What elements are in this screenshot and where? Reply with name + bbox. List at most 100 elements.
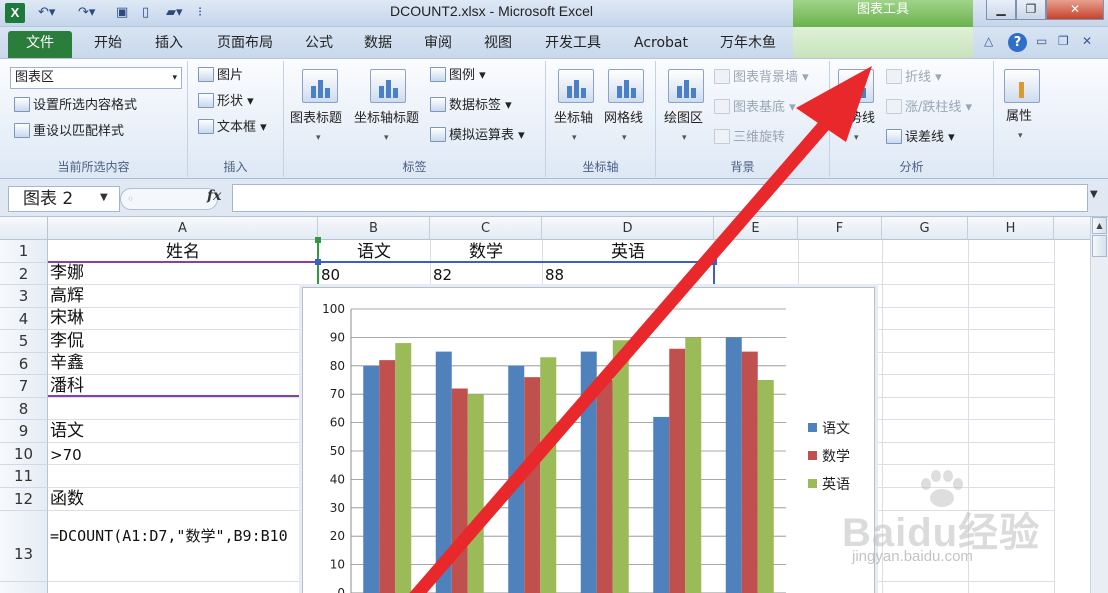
redo-icon[interactable]: ↷▾ [78, 4, 95, 22]
legend-button[interactable]: 图例 ▾ [430, 67, 486, 85]
tab-wannian[interactable]: 万年木鱼 [708, 31, 788, 58]
row-header-3[interactable]: 3 [0, 285, 48, 308]
vertical-scrollbar[interactable]: ▲ [1090, 217, 1108, 593]
properties-button[interactable]: 属性 [1006, 109, 1032, 125]
cell-b2[interactable]: 80 [321, 264, 340, 286]
column-header-h[interactable]: H [968, 217, 1054, 240]
cell-a13[interactable]: =DCOUNT(A1:D7,"数学",B9:B10 [50, 525, 288, 547]
textbox-button[interactable]: 文本框 ▾ [198, 119, 267, 137]
column-chart[interactable]: 0 10 20 30 40 50 60 70 80 90 100 语文数学英语 [303, 288, 876, 593]
tab-acrobat[interactable]: Acrobat [626, 31, 696, 58]
column-header-a[interactable]: A [48, 217, 318, 240]
chart-area[interactable]: 0 10 20 30 40 50 60 70 80 90 100 语文 数学 英语 [302, 287, 875, 593]
cell-a9[interactable]: 语文 [50, 420, 84, 442]
excel-app-icon[interactable]: X [5, 3, 25, 23]
plot-area-button[interactable]: 绘图区 [664, 111, 703, 127]
axes-button[interactable]: 坐标轴 [554, 111, 593, 127]
cell-a5[interactable]: 李侃 [50, 330, 84, 352]
row-header-11[interactable]: 11 [0, 465, 48, 488]
shapes-button[interactable]: 形状 ▾ [198, 93, 254, 111]
formula-bar-resize-handle[interactable]: ◦ [120, 188, 218, 210]
row-header-4[interactable]: 4 [0, 308, 48, 330]
customize-icon[interactable]: ⁝ [198, 4, 202, 22]
row-header-2[interactable]: 2 [0, 263, 48, 285]
restore-button[interactable]: ❐ [1016, 0, 1046, 20]
new-icon[interactable]: ▯ [142, 4, 149, 22]
row-header-14[interactable] [0, 582, 48, 593]
tab-data[interactable]: 数据 [354, 31, 402, 58]
insert-function-icon[interactable]: fx [207, 188, 221, 204]
close-button[interactable]: ✕ [1046, 0, 1104, 20]
row-header-12[interactable]: 12 [0, 488, 48, 511]
column-header-g[interactable]: G [882, 217, 968, 240]
tab-review[interactable]: 审阅 [414, 31, 462, 58]
column-header-b[interactable]: B [318, 217, 430, 240]
select-all-corner[interactable] [0, 217, 48, 240]
updown-bars-button[interactable]: 涨/跌柱线 ▾ [886, 99, 972, 117]
cell-d2[interactable]: 88 [545, 264, 564, 286]
scroll-up-button[interactable]: ▲ [1092, 217, 1107, 234]
tab-insert[interactable]: 插入 [144, 31, 194, 58]
row-header-6[interactable]: 6 [0, 353, 48, 375]
tab-formulas[interactable]: 公式 [296, 31, 342, 58]
cell-a12[interactable]: 函数 [50, 488, 84, 510]
chart-wall-button[interactable]: 图表背景墙 ▾ [714, 69, 809, 87]
open-icon[interactable]: ▰▾ [166, 4, 183, 22]
cell-c2[interactable]: 82 [433, 264, 452, 286]
cell-a3[interactable]: 高辉 [50, 285, 84, 307]
cell-a2[interactable]: 李娜 [50, 262, 84, 284]
column-header-c[interactable]: C [430, 217, 542, 240]
cell-a6[interactable]: 辛鑫 [50, 352, 84, 374]
cell-c1[interactable]: 数学 [430, 241, 542, 263]
formula-input[interactable] [232, 184, 1088, 212]
doc-close-button[interactable]: ✕ [1082, 34, 1092, 48]
lines-button[interactable]: 折线 ▾ [886, 69, 942, 87]
gridlines-button[interactable]: 网格线 [604, 111, 643, 127]
trendline-button[interactable]: 趋势线 [836, 111, 875, 127]
rotation-3d-button[interactable]: 三维旋转 [714, 129, 785, 147]
undo-icon[interactable]: ↶▾ [38, 4, 55, 22]
chart-elements-dropdown[interactable]: 图表区 ▾ [10, 67, 182, 89]
tab-page-layout[interactable]: 页面布局 [206, 31, 284, 58]
range-handle[interactable] [711, 259, 717, 265]
cell-a4[interactable]: 宋琳 [50, 307, 84, 329]
row-header-9[interactable]: 9 [0, 420, 48, 443]
tab-home[interactable]: 开始 [84, 31, 132, 58]
row-header-1[interactable]: 1 [0, 240, 48, 263]
reset-style-button[interactable]: 重设以匹配样式 [14, 123, 124, 141]
scroll-thumb[interactable] [1092, 235, 1107, 257]
column-header-f[interactable]: F [798, 217, 882, 240]
row-header-13[interactable]: 13 [0, 511, 48, 582]
chart-title-button[interactable]: 图表标题 [290, 111, 342, 127]
column-header-d[interactable]: D [542, 217, 714, 240]
row-header-10[interactable]: 10 [0, 443, 48, 465]
save-icon[interactable]: ▣ [116, 4, 128, 22]
data-labels-button[interactable]: 数据标签 ▾ [430, 97, 512, 115]
column-header-next[interactable] [1054, 217, 1090, 240]
cell-b1[interactable]: 语文 [318, 241, 430, 263]
tab-file[interactable]: 文件 [8, 31, 72, 58]
axis-title-button[interactable]: 坐标轴标题 [354, 111, 419, 127]
cell-a10[interactable]: >70 [50, 444, 82, 466]
minimize-ribbon-icon[interactable]: △ [984, 34, 993, 48]
doc-restore-button[interactable]: ❐ [1058, 34, 1069, 48]
doc-minimize-button[interactable]: ▭ [1036, 34, 1047, 48]
format-selection-button[interactable]: 设置所选内容格式 [14, 97, 137, 115]
cell-d1[interactable]: 英语 [542, 241, 714, 263]
chart-floor-button[interactable]: 图表基底 ▾ [714, 99, 796, 117]
cell-a7[interactable]: 潘科 [50, 375, 84, 397]
minimize-button[interactable]: ▁ [986, 0, 1016, 20]
data-table-button[interactable]: 模拟运算表 ▾ [430, 127, 525, 145]
row-header-8[interactable]: 8 [0, 398, 48, 420]
chevron-down-icon[interactable]: ▼ [100, 192, 108, 203]
range-handle[interactable] [315, 237, 321, 243]
help-icon[interactable]: ? [1008, 33, 1027, 52]
row-header-7[interactable]: 7 [0, 375, 48, 398]
tab-developer[interactable]: 开发工具 [534, 31, 612, 58]
range-handle[interactable] [315, 259, 321, 265]
row-header-5[interactable]: 5 [0, 330, 48, 353]
tab-view[interactable]: 视图 [474, 31, 522, 58]
cell-a1[interactable]: 姓名 [48, 241, 318, 263]
picture-button[interactable]: 图片 [198, 67, 243, 85]
error-bars-button[interactable]: 误差线 ▾ [886, 129, 955, 147]
